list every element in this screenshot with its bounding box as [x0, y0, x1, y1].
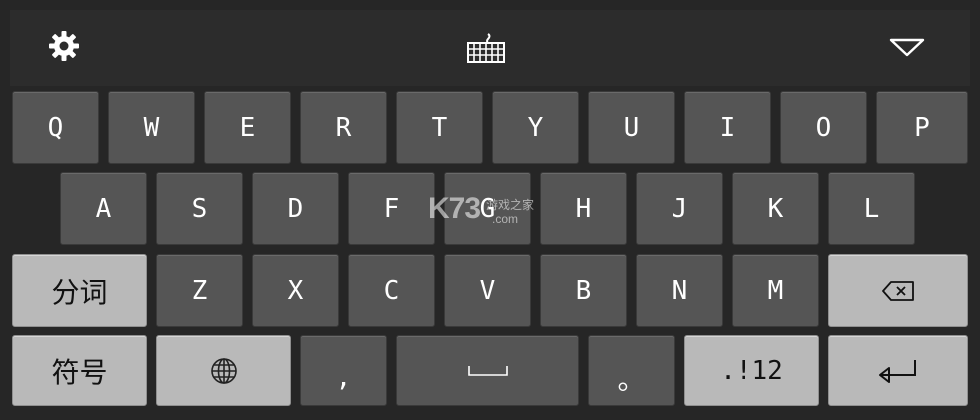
key-d[interactable]: D — [252, 172, 339, 245]
key-g[interactable]: G — [444, 172, 531, 245]
key-w[interactable]: W — [108, 91, 195, 164]
collapse-keyboard-icon[interactable] — [887, 30, 927, 66]
key-label: K — [767, 193, 784, 224]
key-label: A — [95, 193, 112, 224]
key-u[interactable]: U — [588, 91, 675, 164]
key-label: G — [479, 193, 496, 224]
comma-key-label: , — [335, 362, 352, 393]
numbers-key[interactable]: .!12 — [684, 335, 819, 406]
key-label: P — [914, 112, 930, 143]
space-key[interactable] — [396, 335, 579, 406]
key-label: N — [671, 275, 688, 306]
key-e[interactable]: E — [204, 91, 291, 164]
symbols-key-label: 符号 — [51, 355, 108, 389]
key-m[interactable]: M — [732, 254, 819, 327]
language-key[interactable] — [156, 335, 291, 406]
key-label: Z — [191, 275, 208, 306]
key-i[interactable]: I — [684, 91, 771, 164]
key-label: W — [143, 112, 160, 143]
key-l[interactable]: L — [828, 172, 915, 245]
period-key-label: 。 — [617, 362, 646, 396]
key-j[interactable]: J — [636, 172, 723, 245]
enter-key[interactable] — [828, 335, 968, 406]
key-k[interactable]: K — [732, 172, 819, 245]
key-label: M — [767, 275, 784, 306]
key-t[interactable]: T — [396, 91, 483, 164]
key-x[interactable]: X — [252, 254, 339, 327]
key-label: V — [479, 275, 496, 306]
key-label: X — [287, 275, 304, 306]
key-c[interactable]: C — [348, 254, 435, 327]
comma-key[interactable]: , — [300, 335, 387, 406]
backspace-icon — [882, 280, 914, 301]
key-label: D — [287, 193, 304, 224]
period-key[interactable]: 。 — [588, 335, 675, 406]
key-v[interactable]: V — [444, 254, 531, 327]
key-label: Q — [47, 112, 64, 143]
key-b[interactable]: B — [540, 254, 627, 327]
segment-key-label: 分词 — [51, 275, 108, 309]
key-label: S — [191, 193, 208, 224]
keyboard-toolbar — [0, 0, 980, 88]
key-label: I — [719, 112, 736, 143]
key-label: O — [815, 112, 832, 143]
space-icon — [467, 365, 508, 376]
key-label: C — [383, 275, 400, 306]
globe-icon — [210, 357, 237, 384]
key-o[interactable]: O — [780, 91, 867, 164]
key-q[interactable]: Q — [12, 91, 99, 164]
key-n[interactable]: N — [636, 254, 723, 327]
key-label: L — [863, 193, 880, 224]
key-r[interactable]: R — [300, 91, 387, 164]
key-label: Y — [527, 112, 544, 143]
segment-key[interactable]: 分词 — [12, 254, 147, 327]
toolbar-panel — [10, 10, 970, 86]
numbers-key-label: .!12 — [720, 355, 783, 386]
key-f[interactable]: F — [348, 172, 435, 245]
key-label: E — [239, 112, 256, 143]
key-h[interactable]: H — [540, 172, 627, 245]
key-p[interactable]: P — [876, 91, 968, 164]
key-s[interactable]: S — [156, 172, 243, 245]
enter-icon — [879, 359, 916, 383]
key-z[interactable]: Z — [156, 254, 243, 327]
key-label: U — [623, 112, 640, 143]
key-label: R — [335, 112, 352, 143]
key-label: F — [383, 193, 400, 224]
gear-icon[interactable] — [44, 28, 84, 64]
backspace-key[interactable] — [828, 254, 968, 327]
key-label: H — [575, 193, 592, 224]
key-label: T — [431, 112, 448, 143]
key-label: J — [671, 193, 688, 224]
key-label: B — [575, 275, 592, 306]
key-y[interactable]: Y — [492, 91, 579, 164]
symbols-key[interactable]: 符号 — [12, 335, 147, 406]
keyboard-icon[interactable] — [466, 30, 506, 66]
key-a[interactable]: A — [60, 172, 147, 245]
